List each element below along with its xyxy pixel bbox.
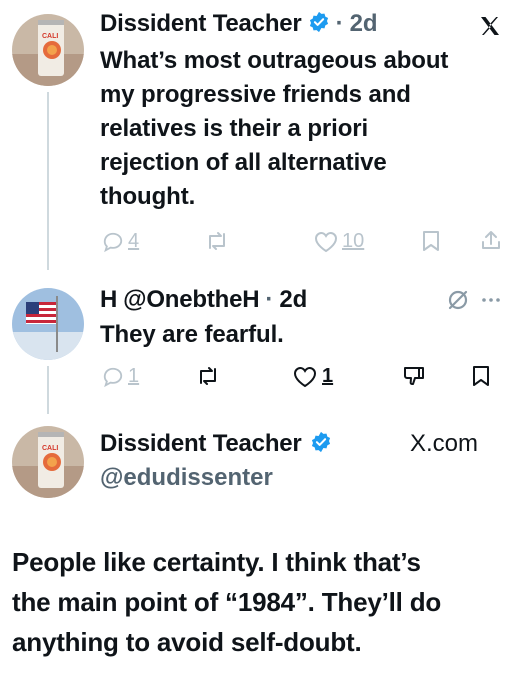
reply-count: 1 — [128, 365, 140, 387]
thread-line-2 — [47, 366, 49, 414]
author-handle[interactable]: @OnebtheH — [123, 286, 259, 314]
x-logo-icon — [478, 14, 502, 43]
source-label: X.com — [410, 430, 478, 458]
author-name[interactable]: H — [100, 286, 117, 314]
reply-button[interactable]: 4 — [102, 230, 139, 253]
bookmark-button[interactable] — [421, 230, 441, 252]
source-text: X.com — [410, 430, 479, 457]
svg-text:CALI: CALI — [42, 445, 58, 452]
share-button[interactable] — [480, 229, 502, 251]
like-count: 1 — [322, 365, 334, 387]
bookmark-icon — [423, 231, 439, 251]
avatar-h[interactable] — [12, 288, 84, 360]
share-icon — [482, 231, 500, 249]
reply-icon — [103, 367, 123, 387]
text-line: rejection of all alternative — [100, 149, 387, 176]
retweet-button[interactable] — [195, 365, 221, 387]
like-icon — [293, 366, 317, 387]
text-line: thought. — [100, 183, 196, 210]
text-line: the main point of “1984”. They’ll do — [12, 587, 442, 617]
grok-icon[interactable] — [446, 288, 470, 317]
like-button[interactable]: 1 — [292, 365, 333, 388]
like-count: 10 — [342, 230, 365, 252]
like-icon — [314, 231, 338, 252]
tweet-3-text: People like certainty. I think that’s th… — [12, 542, 512, 662]
like-button[interactable]: 10 — [314, 230, 364, 253]
retweet-icon — [209, 232, 225, 250]
timestamp[interactable]: 2d — [350, 10, 378, 38]
reply-icon — [103, 232, 123, 252]
bookmark-button[interactable] — [470, 365, 492, 387]
retweet-icon — [200, 367, 216, 385]
text-line: relatives is their a priori — [100, 115, 369, 142]
dot-separator: · — [335, 10, 344, 37]
text-line: my progressive friends and — [100, 81, 411, 108]
tweet-1-text: What’s most outrageous about my progress… — [100, 44, 510, 214]
verified-badge-icon — [310, 431, 332, 458]
reply-button[interactable]: 1 — [102, 365, 139, 388]
retweet-button[interactable] — [205, 230, 229, 252]
text-line: anything to avoid self-doubt. — [12, 627, 362, 657]
timestamp[interactable]: 2d — [279, 286, 307, 314]
more-icon[interactable] — [480, 290, 502, 315]
reply-count: 4 — [128, 230, 140, 252]
verified-badge-icon — [308, 11, 330, 38]
bookmark-icon — [473, 366, 489, 386]
tweet-2-text: They are fearful. — [100, 321, 284, 348]
author-handle[interactable]: @edudissenter — [100, 464, 273, 492]
text-line: What’s most outrageous about — [100, 47, 449, 74]
avatar-dissident-teacher[interactable]: CALI — [12, 426, 84, 498]
author-name[interactable]: Dissident Teacher — [100, 10, 302, 38]
svg-text:CALI: CALI — [42, 33, 58, 40]
thread-line-1 — [47, 92, 49, 270]
author-name[interactable]: Dissident Teacher — [100, 430, 302, 458]
downvote-icon — [404, 367, 424, 385]
text-line: People like certainty. I think that’s — [12, 547, 421, 577]
avatar-dissident-teacher[interactable]: CALI — [12, 14, 84, 86]
downvote-button[interactable] — [401, 364, 427, 388]
dot-separator: · — [265, 286, 274, 313]
